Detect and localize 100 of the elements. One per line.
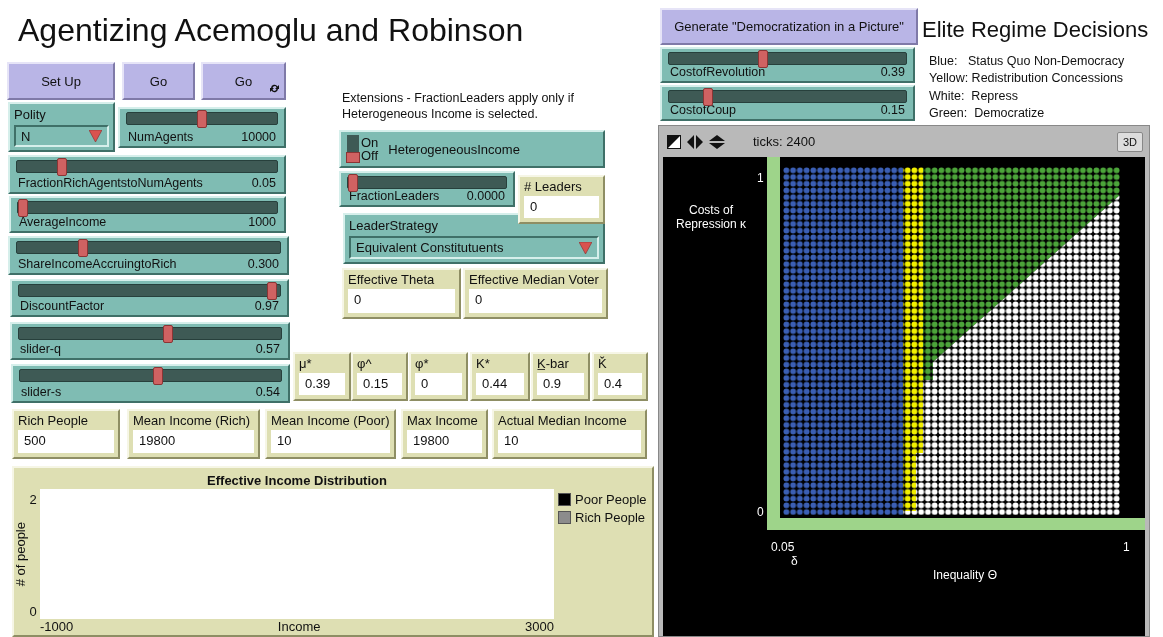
monitor-label: φ* [415, 356, 430, 371]
dropdown-field[interactable]: N [14, 125, 109, 147]
view-mode-button[interactable]: 3D [1116, 131, 1143, 152]
section-title: Elite Regime Decisions [922, 17, 1149, 42]
slider-value: 0.300 [247, 257, 279, 271]
switch-toggle[interactable]: On Off [347, 135, 379, 163]
monitor-label: Mean Income (Poor) [271, 413, 390, 428]
monitor-value: 0.15 [357, 373, 402, 395]
slider-thumb[interactable] [197, 110, 207, 128]
slider-value: 10000 [241, 130, 276, 144]
tick-label: 1 [757, 171, 764, 185]
slider-thumb[interactable] [153, 367, 163, 385]
tick-label: 0 [757, 505, 764, 519]
monitor-value: 10 [271, 430, 390, 453]
caret-icon [89, 130, 102, 142]
monitor-value: 0.9 [537, 373, 584, 395]
legend-text: Yellow: Redistribution Concessions [929, 71, 1124, 86]
monitor-value: 10 [498, 430, 641, 453]
slider-thumb[interactable] [77, 239, 88, 257]
slider-track[interactable] [18, 284, 281, 297]
slider-track[interactable] [668, 90, 907, 103]
run-button[interactable]: Go [122, 62, 195, 100]
slider-track[interactable] [347, 176, 507, 189]
monitor-label: # Leaders [524, 179, 583, 194]
slider-label: DiscountFactor [20, 299, 105, 313]
forever-icon [269, 83, 280, 94]
tick-label: 2 [29, 493, 37, 507]
slider-label: NumAgents [128, 130, 194, 144]
slider-track[interactable] [126, 112, 278, 125]
axis-label: Income [277, 619, 321, 636]
chooser-label: LeaderStrategy [349, 218, 439, 233]
run-button[interactable]: Generate "Democratization in a Picture" [660, 8, 918, 45]
tick-label: 1 [1123, 540, 1130, 554]
dropdown-field[interactable]: Equivalent Constitutuents [349, 236, 599, 259]
slider-thumb[interactable] [162, 325, 173, 343]
switch-label: HeterogeneousIncome [388, 141, 520, 157]
app-title: Agentizing Acemoglu and Robinson [18, 12, 524, 48]
slider-label: AverageIncome [19, 215, 107, 229]
vertical-arrows-icon[interactable] [709, 134, 725, 149]
slider-thumb[interactable] [267, 282, 278, 300]
slider-value: 0.15 [880, 103, 905, 117]
slider-track[interactable] [16, 160, 278, 173]
slider-track[interactable] [17, 201, 278, 214]
slider-label: FractionLeaders [349, 189, 440, 203]
tick-label: 0.05 [771, 540, 795, 554]
slider-value: 0.39 [880, 65, 905, 79]
monitor-label: Mean Income (Rich) [133, 413, 252, 428]
monitor-value: 0 [415, 373, 462, 395]
monitor-value: 0 [524, 196, 599, 218]
axis-label: Inequality Θ [933, 568, 998, 582]
slider-value: 0.57 [255, 342, 280, 356]
monitor-label: μ* [299, 356, 313, 371]
slider-track[interactable] [668, 52, 907, 65]
monitor-value: 19800 [407, 430, 482, 453]
slider-value: 1000 [248, 215, 276, 229]
slider-label: slider-s [21, 385, 62, 399]
legend-text: Green: Democratize [929, 105, 1045, 120]
slider-thumb[interactable] [348, 174, 358, 192]
monitor-value: 0 [348, 289, 455, 313]
slider-thumb[interactable] [757, 50, 768, 68]
legend-label: Poor People [575, 492, 647, 507]
monitor-label: Actual Median Income [498, 413, 628, 428]
slider-thumb[interactable] [18, 199, 28, 217]
monitor-label: Rich People [18, 413, 90, 428]
slider-label: FractionRichAgentstoNumAgents [18, 176, 203, 190]
caret-icon [579, 241, 592, 254]
monitor-label: K̲-bar [537, 356, 570, 371]
monitor-label: Max Income [407, 413, 479, 428]
legend-text: Blue: Status Quo Non-Democracy [929, 54, 1125, 68]
monitor-value: 0.44 [476, 373, 524, 395]
chooser-label: Polity [14, 107, 47, 122]
tick-label: -1000 [40, 619, 74, 636]
slider-track[interactable] [19, 369, 282, 382]
slider-value: 0.05 [251, 176, 276, 190]
legend-label: Rich People [575, 510, 646, 525]
axis-label: # of people [12, 521, 28, 587]
horizontal-arrows-icon[interactable] [687, 134, 703, 149]
monitor-label: K* [476, 356, 491, 371]
slider-label: slider-q [20, 342, 61, 356]
slider-value: 0.97 [254, 299, 279, 313]
run-button[interactable]: Set Up [7, 62, 115, 100]
monitor-value: 19800 [133, 430, 254, 453]
slider-track[interactable] [18, 327, 282, 340]
ticks-counter: ticks: 2400 [753, 134, 817, 149]
slider-value: 0.54 [255, 385, 280, 399]
axis-label: Costs of Repression κ [675, 203, 747, 231]
slider-label: CostofCoup [670, 103, 736, 117]
slider-thumb[interactable] [57, 158, 67, 176]
tick-label: δ [791, 554, 798, 568]
monitor-label: Effective Theta [348, 272, 436, 287]
plot-title: Effective Income Distribution [206, 473, 388, 489]
monitor-label: φ^ [357, 356, 373, 371]
half-square-icon[interactable] [667, 134, 681, 149]
slider-thumb[interactable] [703, 88, 714, 106]
monitor-label: Effective Median Voter [469, 272, 600, 287]
slider-label: CostofRevolution [670, 65, 766, 79]
slider-track[interactable] [16, 241, 281, 254]
monitor-value: 0.4 [598, 373, 642, 395]
forever-button[interactable]: Go [201, 62, 286, 100]
monitor-value: 0 [469, 289, 602, 313]
